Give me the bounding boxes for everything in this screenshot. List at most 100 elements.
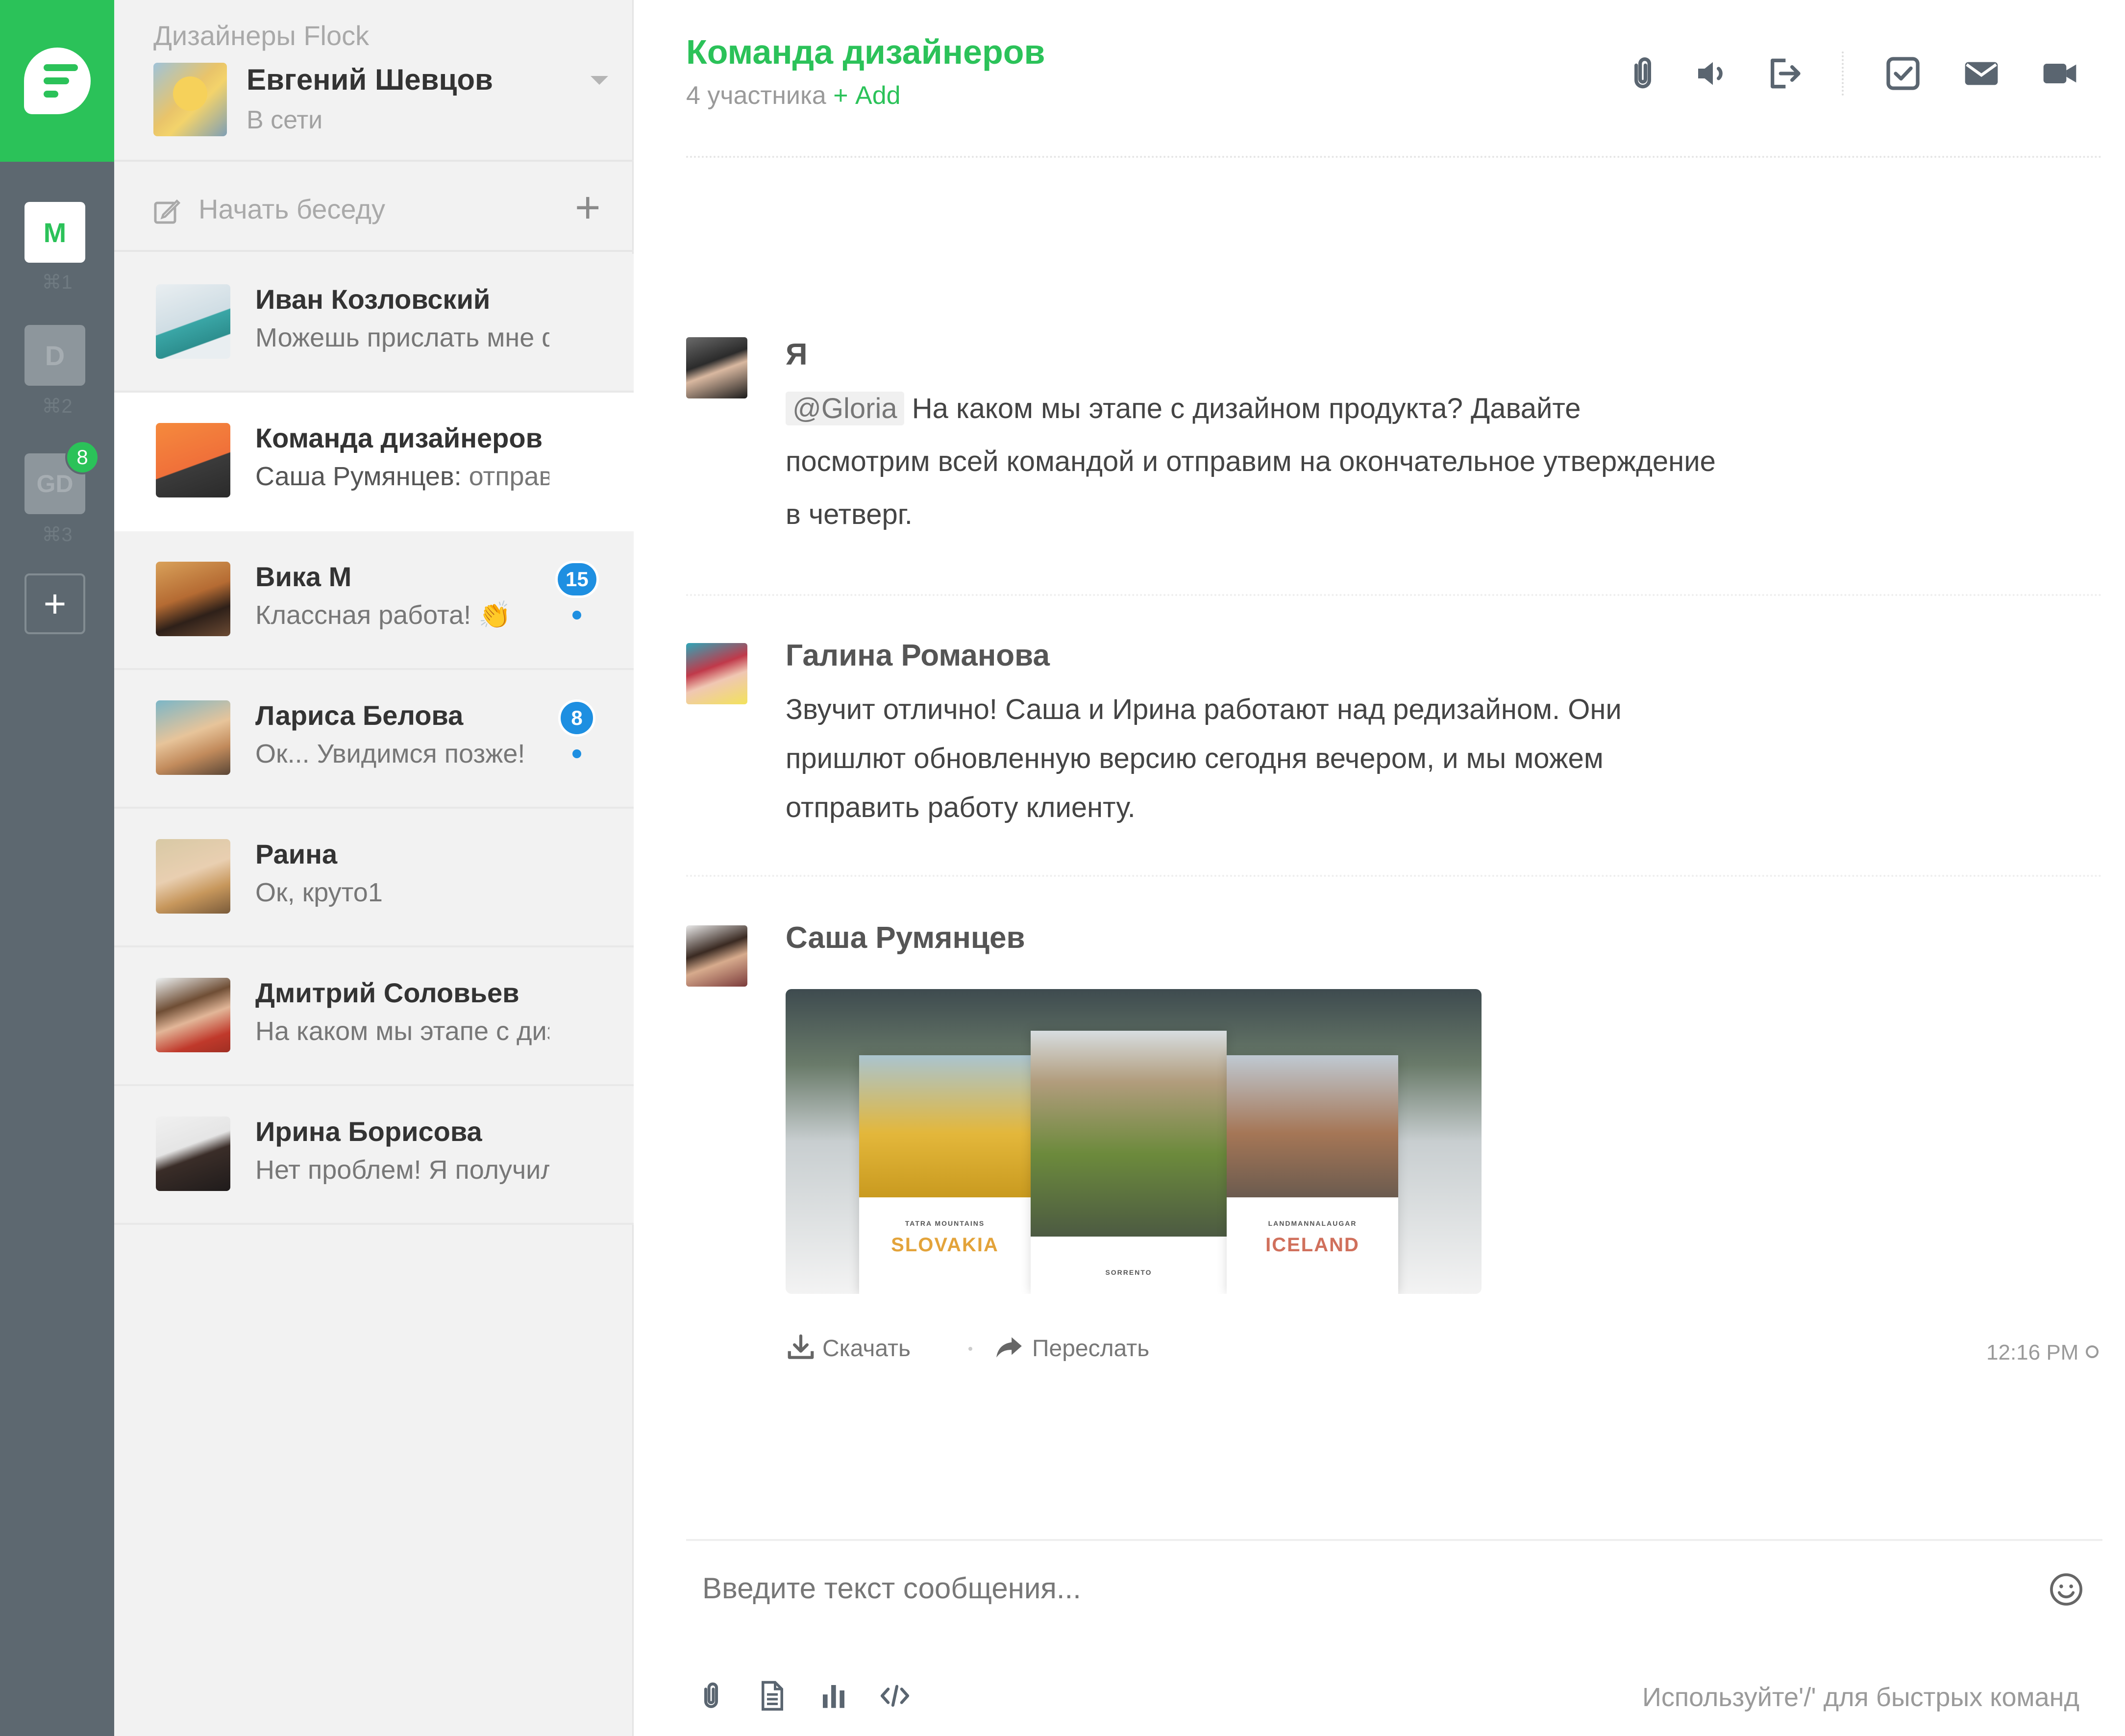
preview-caption: LANDMANNALAUGAR: [1268, 1219, 1357, 1227]
team-rail: M ⌘1 D ⌘2 GD 8 ⌘3 +: [0, 0, 114, 1736]
conversation-item-active[interactable]: Команда дизайнеров Саша Румянцев: отправ: [114, 393, 634, 531]
conversation-preview: Ок, круто1: [255, 878, 383, 907]
conversation-sidebar: Дизайнеры Flock Евгений Шевцов В сети На…: [114, 0, 634, 1736]
message-author: Я: [786, 338, 808, 372]
preview-title: ICELAND: [1265, 1234, 1359, 1256]
plus-icon: +: [43, 582, 67, 625]
team-tile-m[interactable]: M: [25, 202, 85, 263]
forward-button[interactable]: Переслать: [1032, 1335, 1149, 1362]
avatar: [156, 1116, 230, 1191]
avatar: [156, 423, 230, 497]
video-icon[interactable]: [2040, 54, 2079, 93]
avatar: [156, 978, 230, 1052]
attachment-icon[interactable]: [1623, 54, 1662, 93]
message-author: Саша Румянцев: [786, 921, 1025, 955]
avatar: [156, 562, 230, 636]
avatar: [686, 925, 747, 987]
preview-page: LANDMANNALAUGAR ICELAND: [1227, 1055, 1398, 1294]
flock-logo[interactable]: [0, 0, 114, 162]
mail-icon[interactable]: [1962, 54, 2001, 93]
code-icon[interactable]: [879, 1680, 911, 1712]
team-shortcut: ⌘3: [42, 524, 73, 546]
unread-badge: 15: [555, 561, 599, 598]
message-text: @Gloria На каком мы этапе с дизайном про…: [786, 382, 1717, 541]
conversation-name: Команда дизайнеров: [255, 422, 543, 453]
leave-icon[interactable]: [1764, 54, 1804, 93]
team-tile-d[interactable]: D: [25, 325, 85, 386]
conversation-name: Дмитрий Соловьев: [255, 977, 519, 1008]
add-member-link[interactable]: + Add: [833, 81, 900, 110]
conversation-item[interactable]: Вика М Классная работа! 👏 15: [114, 531, 634, 670]
preview-page: TATRA MOUNTAINS SLOVAKIA: [859, 1055, 1031, 1294]
emoji-icon[interactable]: [2048, 1571, 2085, 1608]
conversation-name: Иван Козловский: [255, 284, 491, 315]
new-conversation-label: Начать беседу: [198, 194, 386, 224]
plus-icon[interactable]: +: [575, 186, 601, 230]
preview-caption: SORRENTO: [1105, 1268, 1152, 1276]
channel-members: 4 участника + Add: [686, 81, 901, 110]
attachment-preview[interactable]: TATRA MOUNTAINS SLOVAKIA SORRENTO LANDMA…: [786, 989, 1482, 1294]
unread-dot: [572, 611, 581, 620]
new-conversation-button[interactable]: Начать беседу +: [114, 164, 634, 252]
message-input[interactable]: [702, 1566, 2026, 1610]
preview-author: Саша Румянцев:: [255, 462, 462, 491]
chevron-down-icon[interactable]: [591, 76, 608, 85]
avatar: [686, 643, 747, 704]
download-button[interactable]: Скачать: [822, 1335, 911, 1362]
add-team-button[interactable]: +: [25, 573, 85, 634]
profile-header[interactable]: Дизайнеры Flock Евгений Шевцов В сети: [114, 0, 634, 162]
conversation-name: Раина: [255, 839, 338, 869]
commands-hint: Используйте'/' для быстрых команд: [1642, 1683, 2079, 1712]
conversation-preview: Классная работа! 👏: [255, 600, 512, 630]
conversation-item[interactable]: Иван Козловский Можешь прислать мне ф: [114, 254, 634, 393]
message-text: Звучит отлично! Саша и Ирина работают на…: [786, 694, 1622, 823]
team-unread-badge: 8: [65, 440, 99, 474]
message-timestamp: 12:16 PM: [1986, 1340, 2079, 1364]
team-shortcut: ⌘2: [42, 396, 73, 417]
flock-logo-icon: [24, 48, 91, 114]
team-shortcut: ⌘1: [42, 272, 73, 293]
read-status-icon: [2086, 1345, 2099, 1358]
avatar: [156, 700, 230, 775]
unread-badge: 8: [558, 699, 595, 737]
preview-title: SLOVAKIA: [891, 1234, 999, 1256]
conversation-preview: Можешь прислать мне ф: [255, 323, 549, 352]
conversation-preview: Нет проблем! Я получил: [255, 1155, 549, 1185]
avatar: [156, 284, 230, 359]
forward-icon[interactable]: [994, 1332, 1024, 1363]
checkbox-icon[interactable]: [1883, 54, 1923, 93]
conversation-item[interactable]: Ирина Борисова Нет проблем! Я получил: [114, 1086, 634, 1225]
preview-photo: [859, 1055, 1031, 1197]
avatar: [686, 337, 747, 398]
message-author: Галина Романова: [786, 639, 1050, 672]
mention-tag[interactable]: @Gloria: [786, 392, 904, 425]
preview-photo: [1031, 1031, 1227, 1237]
toolbar-divider: [1842, 51, 1844, 96]
user-status: В сети: [247, 106, 323, 134]
message-divider: [686, 594, 2102, 596]
conversation-name: Вика М: [255, 561, 352, 592]
user-name: Евгений Шевцов: [247, 63, 493, 96]
message-divider: [686, 875, 2102, 877]
conversation-preview: Саша Румянцев: отправ: [255, 461, 549, 492]
member-count[interactable]: 4 участника: [686, 81, 826, 110]
channel-title: Команда дизайнеров: [686, 33, 1045, 71]
unread-dot: [572, 749, 581, 758]
preview-page: SORRENTO: [1031, 1031, 1227, 1294]
attachment-icon[interactable]: [695, 1680, 727, 1712]
composer-divider: [686, 1539, 2102, 1541]
conversation-preview: Ок... Увидимся позже!: [255, 739, 525, 769]
speaker-icon[interactable]: [1693, 54, 1732, 93]
poll-icon[interactable]: [817, 1680, 850, 1712]
conversation-name: Лариса Белова: [255, 700, 464, 731]
download-icon[interactable]: [786, 1332, 816, 1363]
preview-caption: TATRA MOUNTAINS: [905, 1219, 985, 1227]
workspace-name: Дизайнеры Flock: [153, 20, 370, 51]
conversation-item[interactable]: Раина Ок, круто1: [114, 809, 634, 947]
conversation-name: Ирина Борисова: [255, 1116, 482, 1147]
conversation-item[interactable]: Дмитрий Соловьев На каком мы этапе с диз: [114, 947, 634, 1086]
header-divider: [686, 156, 2102, 158]
conversation-item[interactable]: Лариса Белова Ок... Увидимся позже! 8: [114, 670, 634, 809]
preview-text: отправ: [461, 462, 549, 491]
document-icon[interactable]: [756, 1680, 789, 1712]
